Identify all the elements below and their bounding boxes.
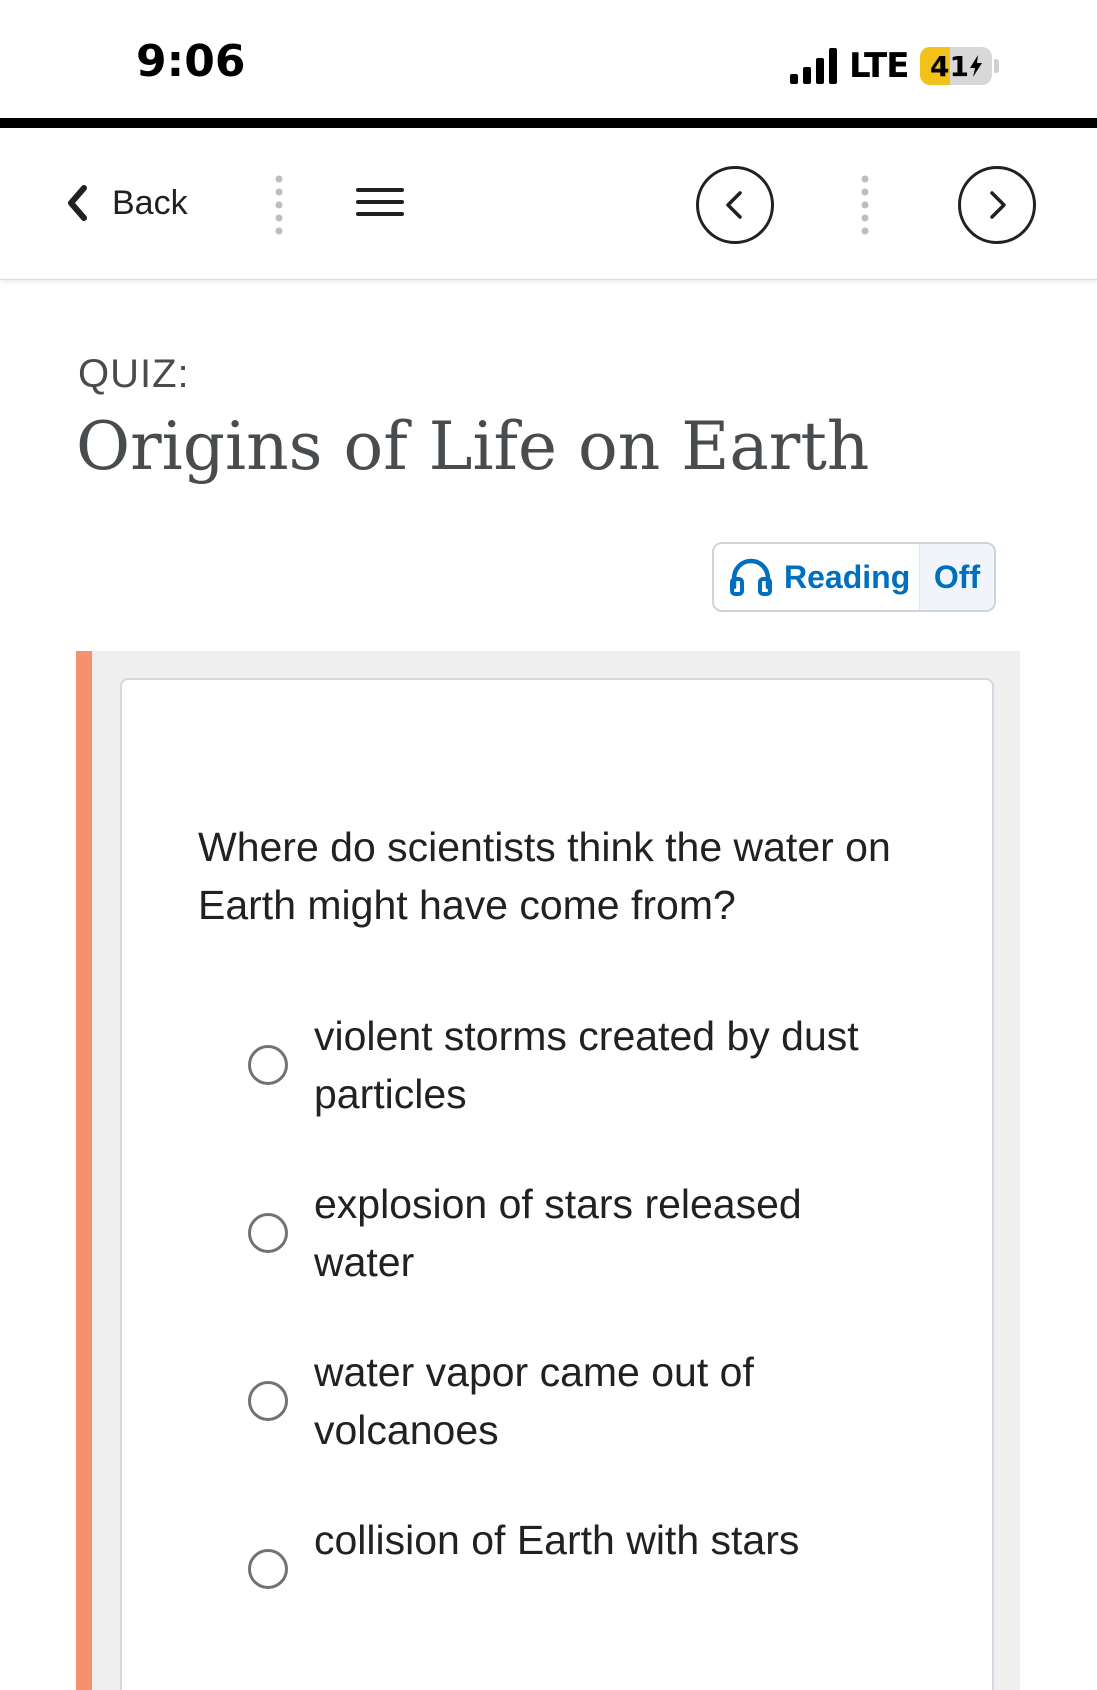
answer-option[interactable]: explosion of stars released water	[248, 1175, 868, 1291]
answer-option-label: collision of Earth with stars	[314, 1517, 800, 1563]
radio-button[interactable]	[248, 1045, 288, 1085]
status-divider	[0, 118, 1097, 128]
headphones-icon	[730, 558, 772, 596]
status-indicators: LTE 41	[790, 44, 1000, 88]
next-button[interactable]	[958, 166, 1036, 244]
back-button[interactable]: Back	[66, 170, 188, 236]
question-text: Where do scientists think the water on E…	[198, 824, 891, 928]
question-accent-bar	[76, 651, 92, 1690]
vertical-divider-dots	[275, 175, 283, 235]
reading-toggle[interactable]: Reading Off	[712, 542, 996, 612]
answer-option[interactable]: water vapor came out of volcanoes	[248, 1343, 868, 1459]
answer-option[interactable]: collision of Earth with stars	[248, 1511, 868, 1627]
radio-button[interactable]	[248, 1213, 288, 1253]
status-bar: 9:06 LTE 41	[0, 0, 1097, 118]
vertical-divider-dots	[861, 175, 869, 235]
nav-bar: Back	[0, 128, 1097, 280]
battery-indicator: 41	[920, 47, 993, 85]
battery-percent: 41	[929, 49, 969, 83]
reading-toggle-label-area: Reading	[714, 544, 919, 610]
answer-option-label: water vapor came out of volcanoes	[314, 1349, 754, 1453]
previous-button[interactable]	[696, 166, 774, 244]
radio-button[interactable]	[248, 1549, 288, 1589]
battery-tip	[994, 59, 1000, 73]
reading-label: Reading	[784, 558, 911, 595]
question-panel: Where do scientists think the water on E…	[76, 651, 1020, 1690]
bolt-icon	[969, 55, 982, 77]
menu-button[interactable]	[352, 174, 408, 230]
reading-state: Off	[919, 544, 994, 610]
answer-option-label: explosion of stars released water	[314, 1181, 802, 1285]
hamburger-menu-icon	[356, 188, 404, 216]
circle-chevron-right-icon	[990, 191, 1006, 219]
status-time: 9:06	[136, 36, 246, 87]
answer-option-label: violent storms created by dust particles	[314, 1013, 859, 1117]
circle-chevron-left-icon	[726, 191, 742, 219]
signal-icon	[790, 48, 837, 84]
question-card: Where do scientists think the water on E…	[120, 678, 994, 1690]
radio-button[interactable]	[248, 1381, 288, 1421]
page-title: Origins of Life on Earth	[76, 408, 870, 485]
quiz-kicker: QUIZ:	[78, 352, 190, 396]
network-type: LTE	[849, 46, 909, 86]
quiz-page: 9:06 LTE 41 Back QUIZ: Origins of Life o…	[0, 0, 1097, 1690]
chevron-left-icon	[68, 185, 87, 221]
answer-option[interactable]: violent storms created by dust particles	[248, 1007, 868, 1123]
back-label: Back	[112, 183, 188, 222]
